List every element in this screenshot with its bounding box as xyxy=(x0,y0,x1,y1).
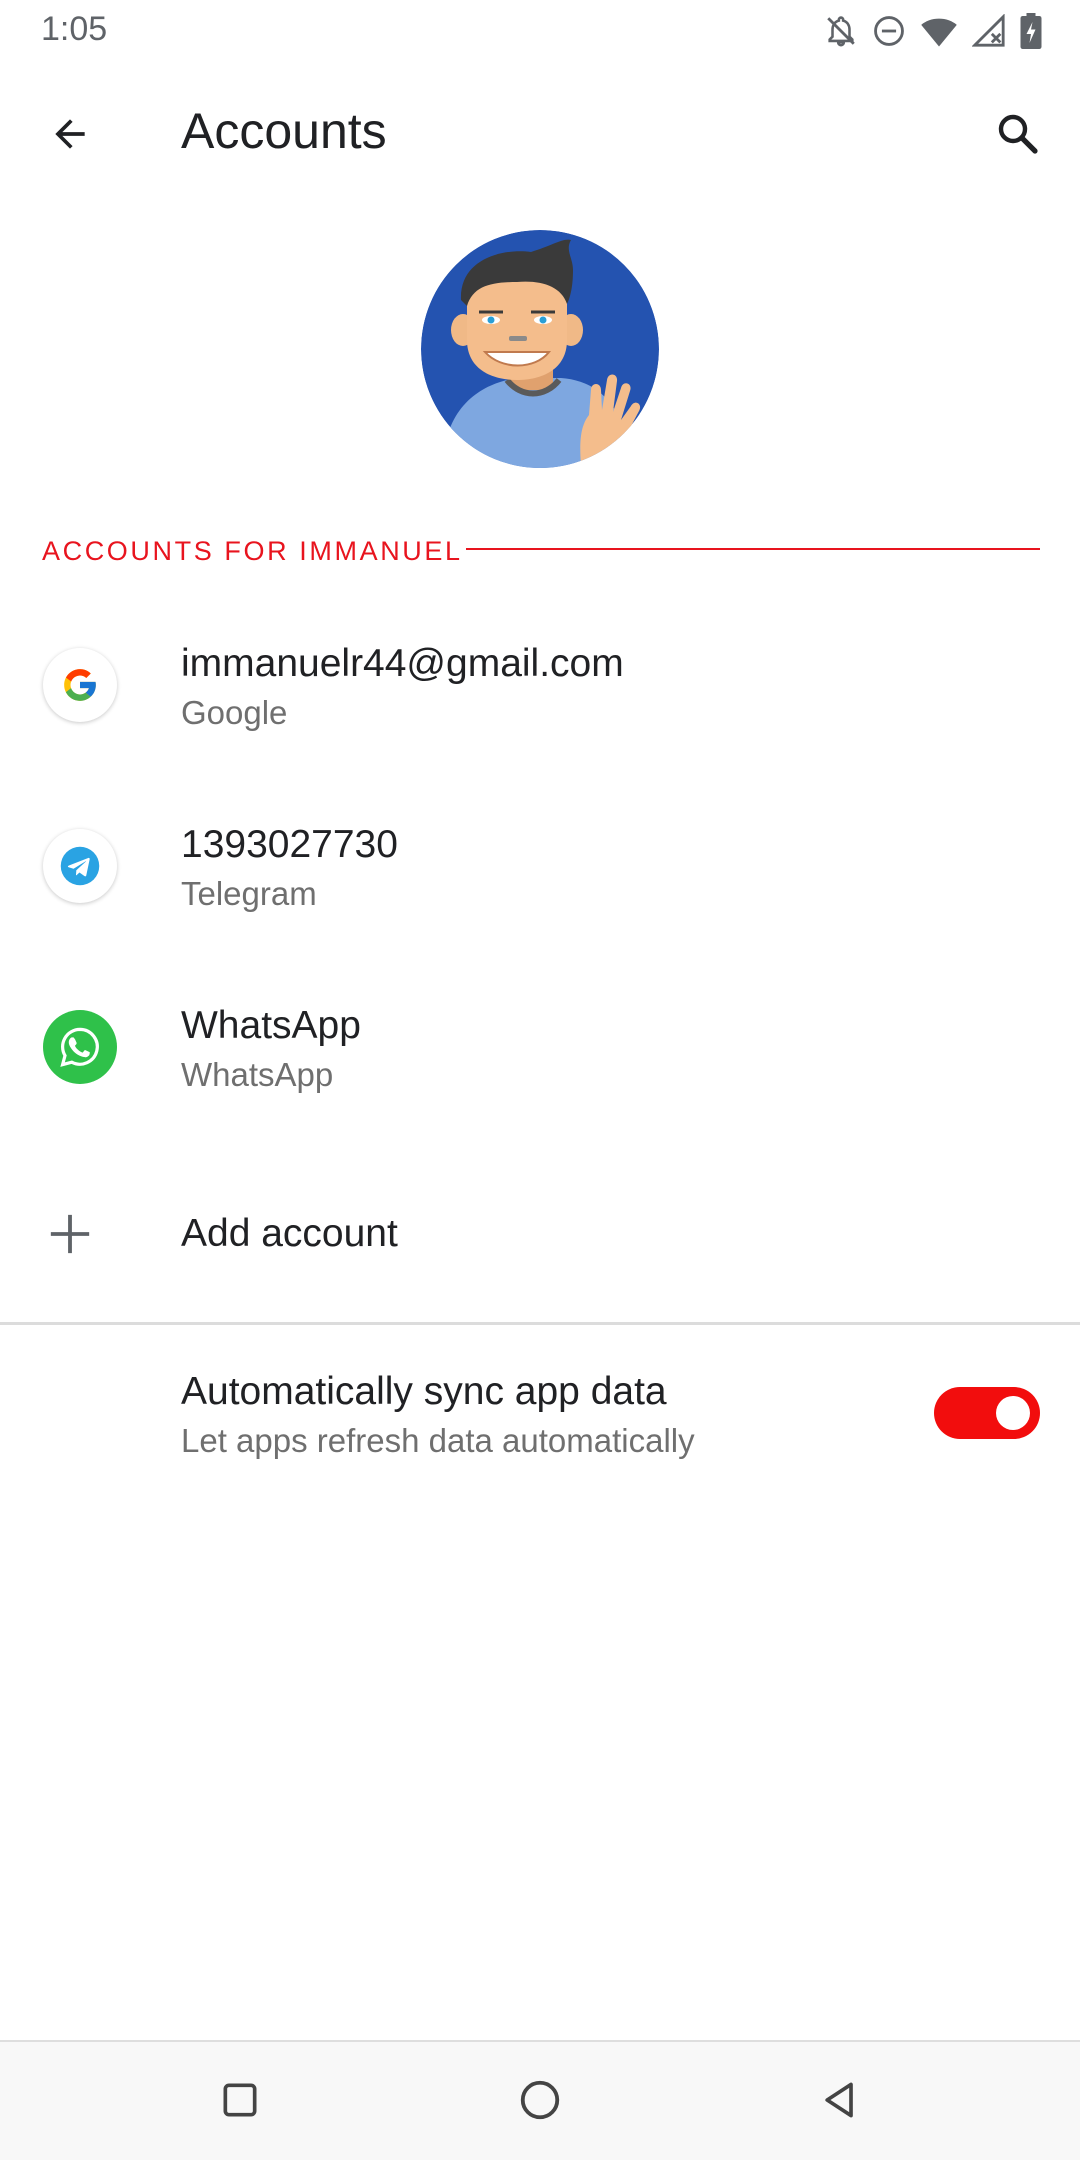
sync-toggle[interactable] xyxy=(934,1387,1040,1439)
user-avatar-illustration xyxy=(421,230,659,468)
recents-button[interactable] xyxy=(210,2072,270,2132)
back-icon xyxy=(818,2078,862,2127)
wifi-icon xyxy=(920,14,958,48)
section-divider xyxy=(466,548,1040,550)
google-icon xyxy=(43,648,117,722)
battery-charging-icon xyxy=(1020,13,1042,49)
add-account-button[interactable]: Add account xyxy=(0,1152,1080,1317)
account-title: immanuelr44@gmail.com xyxy=(181,642,624,685)
page-title: Accounts xyxy=(181,103,387,159)
account-title: WhatsApp xyxy=(181,1004,361,1047)
sync-subtitle: Let apps refresh data automatically xyxy=(181,1422,695,1459)
plus-icon xyxy=(42,1206,98,1262)
toggle-knob xyxy=(996,1396,1030,1430)
avatar[interactable] xyxy=(421,230,659,468)
toolbar: Accounts xyxy=(0,62,1080,202)
account-row-google[interactable]: immanuelr44@gmail.com Google xyxy=(0,598,1080,778)
arrow-back-icon xyxy=(48,112,92,161)
add-account-label: Add account xyxy=(181,1212,398,1255)
navigation-bar xyxy=(0,2040,1080,2160)
do-not-disturb-icon xyxy=(872,14,906,48)
status-icons xyxy=(824,12,1042,50)
divider xyxy=(0,1322,1080,1325)
signal-icon xyxy=(972,14,1006,48)
account-title: 1393027730 xyxy=(181,823,398,866)
sync-title: Automatically sync app data xyxy=(181,1370,667,1413)
home-icon xyxy=(517,2077,563,2128)
telegram-icon xyxy=(43,829,117,903)
account-type: Telegram xyxy=(181,875,317,912)
recents-icon xyxy=(218,2078,262,2127)
auto-sync-setting[interactable]: Automatically sync app data Let apps ref… xyxy=(0,1330,1080,1490)
status-time: 1:05 xyxy=(41,10,108,48)
notifications-off-icon xyxy=(824,14,858,48)
home-button[interactable] xyxy=(510,2072,570,2132)
account-type: WhatsApp xyxy=(181,1056,334,1093)
back-button[interactable] xyxy=(30,96,110,176)
account-row-whatsapp[interactable]: WhatsApp WhatsApp xyxy=(0,960,1080,1140)
account-row-telegram[interactable]: 1393027730 Telegram xyxy=(0,779,1080,959)
nav-back-button[interactable] xyxy=(810,2072,870,2132)
whatsapp-icon xyxy=(43,1010,117,1084)
account-type: Google xyxy=(181,694,288,731)
section-header: ACCOUNTS FOR IMMANUEL xyxy=(42,536,463,566)
search-button[interactable] xyxy=(978,96,1058,176)
status-bar: 1:05 xyxy=(0,0,1080,62)
search-icon xyxy=(994,110,1042,163)
